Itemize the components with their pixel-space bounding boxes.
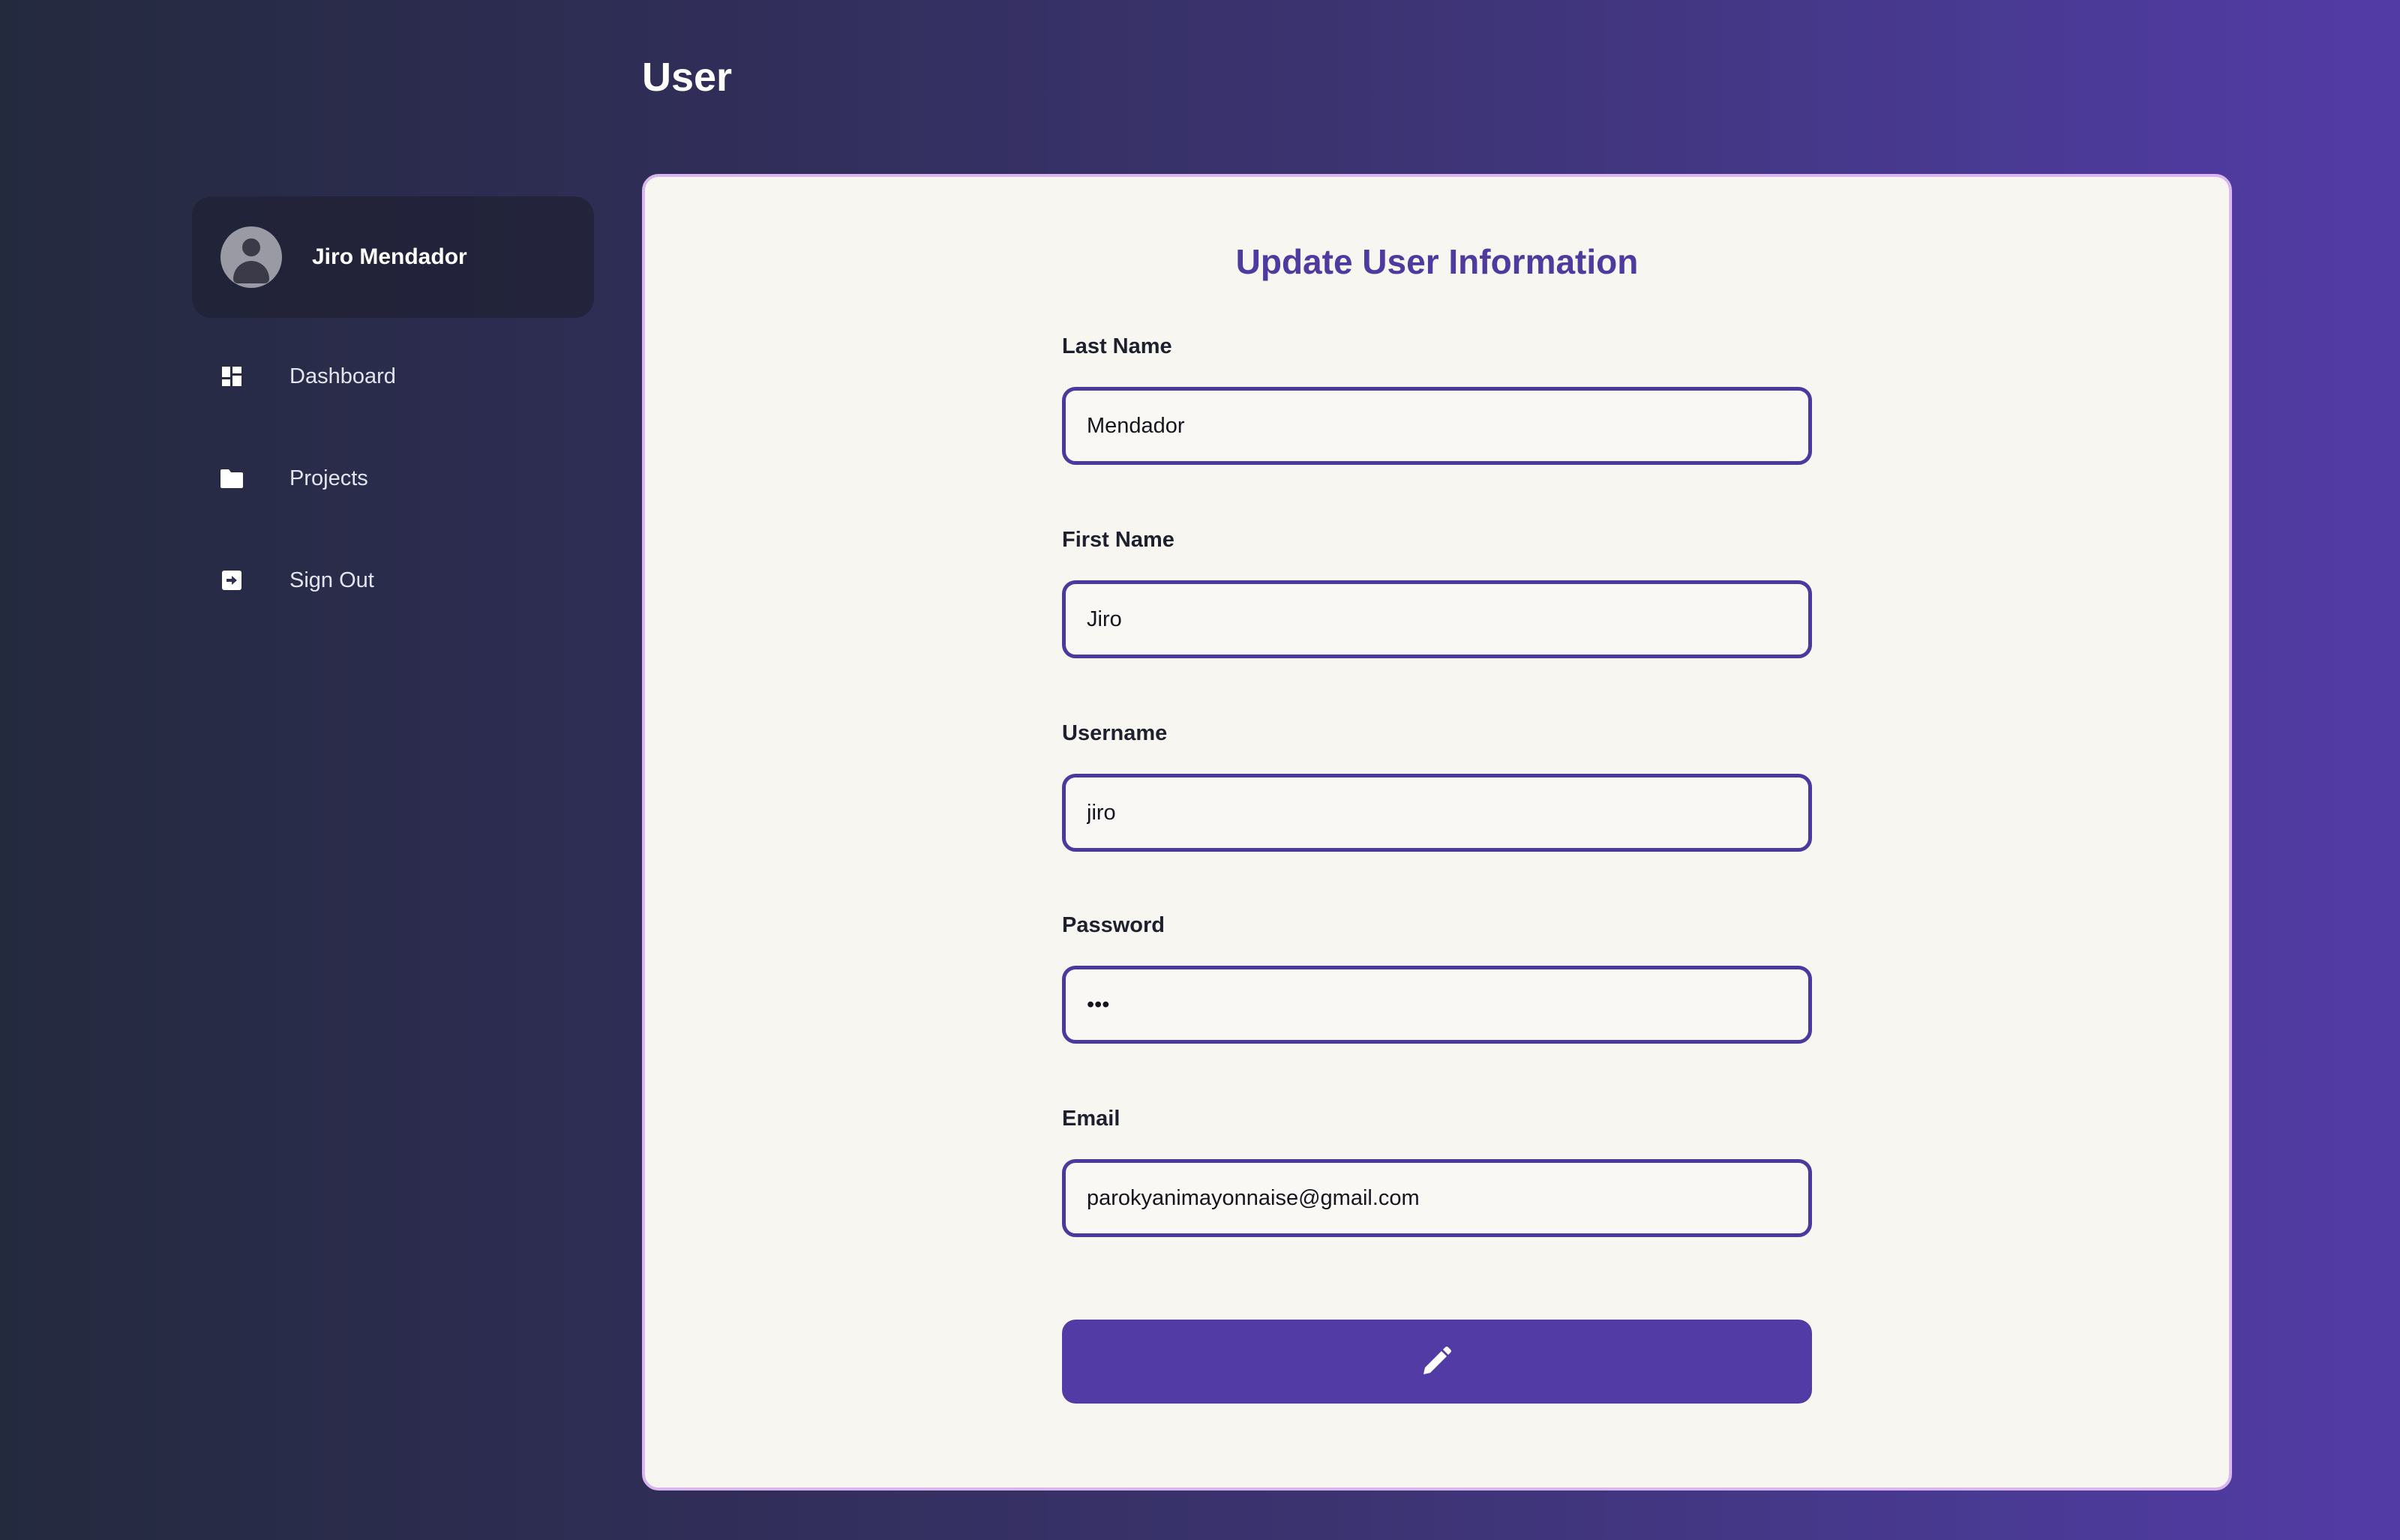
sidebar-item-projects[interactable]: Projects <box>192 427 594 529</box>
email-input[interactable] <box>1062 1159 1812 1237</box>
email-label: Email <box>1062 1107 1120 1131</box>
page-title: User <box>642 55 733 100</box>
sidebar: Jiro Mendador Dashboard Projects Sign Ou… <box>192 196 594 631</box>
sidebar-item-sign-out[interactable]: Sign Out <box>192 529 594 631</box>
last-name-label: Last Name <box>1062 334 1172 358</box>
folder-icon <box>218 464 246 493</box>
first-name-label: First Name <box>1062 528 1174 552</box>
pencil-icon <box>1420 1344 1454 1380</box>
username-label: Username <box>1062 721 1168 745</box>
form-title: Update User Information <box>1235 242 1639 281</box>
user-circle-icon <box>220 226 282 288</box>
sidebar-item-label: Dashboard <box>290 364 396 388</box>
sidebar-item-dashboard[interactable]: Dashboard <box>192 325 594 427</box>
password-input[interactable] <box>1062 966 1812 1044</box>
password-label: Password <box>1062 913 1165 937</box>
sidebar-item-label: Sign Out <box>290 568 374 592</box>
username-input[interactable] <box>1062 774 1812 852</box>
update-user-panel: Update User Information Last Name First … <box>642 174 2232 1491</box>
dashboard-icon <box>218 362 246 391</box>
sign-out-icon <box>218 566 246 595</box>
sidebar-item-label: Projects <box>290 466 368 490</box>
profile-card[interactable]: Jiro Mendador <box>192 196 594 318</box>
first-name-input[interactable] <box>1062 580 1812 658</box>
profile-name: Jiro Mendador <box>312 244 467 269</box>
last-name-input[interactable] <box>1062 387 1812 465</box>
update-button[interactable] <box>1062 1320 1812 1404</box>
